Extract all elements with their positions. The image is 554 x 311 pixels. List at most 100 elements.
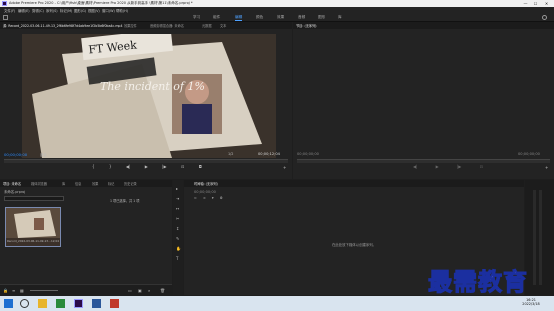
tab-program[interactable]: 节目: (无序列) [296,23,317,28]
word-icon[interactable] [92,299,101,308]
new-item-icon[interactable]: ▣ [138,288,142,293]
program-transport: ◀| ▶ |▶ ⊡ [413,164,483,172]
tab-source[interactable]: 源: Record_2022-03-06-11-49-13_2f6b6fe98f… [3,23,122,28]
ripple-edit-icon[interactable]: ↔ [176,206,179,211]
add-marker-icon[interactable]: ▾ [212,196,214,200]
zoom-select[interactable]: 1/2 [228,152,233,156]
source-tabs: 源: Record_2022-03-06-11-49-13_2f6b6fe98f… [0,22,292,29]
prog-add-button-icon[interactable]: + [545,165,548,170]
ws-libraries[interactable]: 库 [338,15,342,20]
minimize-button[interactable]: — [521,0,530,7]
clock[interactable]: 16:21 2022/3/18 [516,298,546,306]
insert-icon[interactable]: ⊡ [181,164,184,172]
ws-audio[interactable]: 音频 [298,15,305,20]
ws-graphics[interactable]: 图形 [318,15,325,20]
icon-view-icon[interactable]: ▦ [20,288,24,293]
program-timecode-right: 00;00;00;00 [518,152,540,156]
project-footer: 🔒 ≡ ▦ ▭ ▣ ⌕ 🗑 [0,284,172,295]
maximize-button[interactable]: ☐ [531,0,540,7]
premiere-taskbar-icon[interactable] [74,299,83,308]
project-file-name: 未命名.prproj [4,190,26,194]
export-frame-icon[interactable]: ◘ [199,164,202,172]
ws-color[interactable]: 颜色 [256,15,263,20]
search-icon[interactable] [542,15,547,20]
tab-text[interactable]: 文本 [220,23,226,28]
home-icon[interactable] [3,15,8,20]
ws-effects[interactable]: 效果 [277,15,284,20]
project-tabs: 项目: 未命名 媒体浏览器 库 信息 效果 标记 历史记录 [0,180,172,187]
ws-editing[interactable]: 编辑 [235,15,243,21]
fit-select[interactable]: 适合 [40,152,47,157]
mark-in-icon[interactable]: { [92,164,95,172]
prog-play-icon[interactable]: ▶ [436,164,439,172]
add-button-icon[interactable]: + [283,165,286,170]
snap-icon[interactable]: ⊂ [194,196,197,200]
razor-tool-icon[interactable]: ✂ [176,216,179,221]
wrench-icon[interactable]: ⚙ [220,196,223,200]
list-view-icon[interactable]: ≡ [12,288,15,293]
timeline-tabs: 时间轴: (无序列) [184,180,524,187]
selection-tool-icon[interactable]: ▸ [176,186,178,191]
step-forward-icon[interactable]: |▶ [162,164,166,172]
tab-markers[interactable]: 标记 [108,181,114,186]
tab-media-browser[interactable]: 媒体浏览器 [31,181,47,186]
program-tabs: 节目: (无序列) [293,22,554,29]
watermark-logo: 最需教育 [428,267,528,297]
linked-select-icon[interactable]: ∞ [203,196,206,200]
tab-history[interactable]: 历史记录 [124,181,137,186]
play-icon[interactable]: ▶ [145,164,148,172]
program-timecode-left[interactable]: 00;00;00;00 [297,152,319,156]
clip-duration: 12;04 [50,239,59,243]
search-bins-icon[interactable]: ⌕ [148,288,150,293]
file-explorer-icon[interactable] [38,299,47,308]
selection-count: 1 项已选择，共 1 项 [110,199,140,203]
source-monitor: 源: Record_2022-03-06-11-49-13_2f6b6fe98f… [0,22,292,179]
timeline-timecode[interactable]: 00;00;00;00 [194,190,216,194]
source-scrub-bar[interactable] [4,159,288,163]
project-search-input[interactable] [4,196,64,201]
prog-lift-icon[interactable]: ⊡ [480,164,483,172]
tab-libraries[interactable]: 库 [62,181,65,186]
mark-out-icon[interactable]: } [109,164,112,172]
meter-left [533,190,536,285]
prog-step-back-icon[interactable]: ◀| [413,164,417,172]
new-bin-icon[interactable]: ▭ [128,288,132,293]
taskbar-search-icon[interactable] [20,299,29,308]
program-scrub-bar[interactable] [297,159,550,163]
source-timecode-left[interactable]: 00;00;00;00 [4,152,27,157]
tab-timeline[interactable]: 时间轴: (无序列) [194,181,218,186]
title-bar: Adobe Premiere Pro 2020 - C:\用户\fish\桌面\… [0,0,554,7]
timeline-empty-message: 在此处放下媒体以创建序列。 [331,243,377,247]
windows-taskbar: 16:21 2022/3/18 [0,296,554,311]
tab-effect-controls[interactable]: 效果控件 [124,23,137,28]
pen-tool-icon[interactable]: ✎ [176,236,179,241]
ws-assembly[interactable]: 组件 [213,15,220,20]
close-button[interactable]: ✕ [542,0,551,7]
lock-icon[interactable]: 🔒 [3,288,8,293]
project-panel: 项目: 未命名 媒体浏览器 库 信息 效果 标记 历史记录 未命名.prproj… [0,180,172,295]
tab-metadata[interactable]: 元数据 [202,23,212,28]
tab-info[interactable]: 信息 [75,181,81,186]
tab-project[interactable]: 项目: 未命名 [3,181,21,186]
app-icon-red[interactable] [110,299,119,308]
clip-name: Record_2022-03-06-11-49-13... [7,239,51,243]
tab-effects[interactable]: 效果 [92,181,98,186]
type-tool-icon[interactable]: T [176,256,178,261]
browser-icon[interactable] [56,299,65,308]
trash-icon[interactable]: 🗑 [160,288,165,293]
tab-audio-mixer[interactable]: 音频剪辑混合器: 未命名 [150,23,184,28]
timeline-toolbar: ⊂ ∞ ▾ ⚙ [194,196,223,200]
start-icon[interactable] [4,299,13,308]
source-video-frame[interactable]: FT Week The incident of 1% [22,34,276,158]
step-back-icon[interactable]: ◀| [126,164,130,172]
prog-step-forward-icon[interactable]: |▶ [457,164,461,172]
clock-date: 2022/3/18 [522,302,540,306]
audio-meters [525,180,554,295]
hand-tool-icon[interactable]: ✋ [176,246,181,251]
clip-thumbnail[interactable]: Record_2022-03-06-11-49-13... 12;04 [5,207,61,247]
slip-tool-icon[interactable]: ↕ [176,226,179,231]
ws-learn[interactable]: 学习 [193,15,200,20]
track-select-icon[interactable]: ⇥ [176,196,179,201]
thumbnail-size-slider[interactable] [30,290,58,291]
video-caption: The incident of 1% [100,80,205,93]
